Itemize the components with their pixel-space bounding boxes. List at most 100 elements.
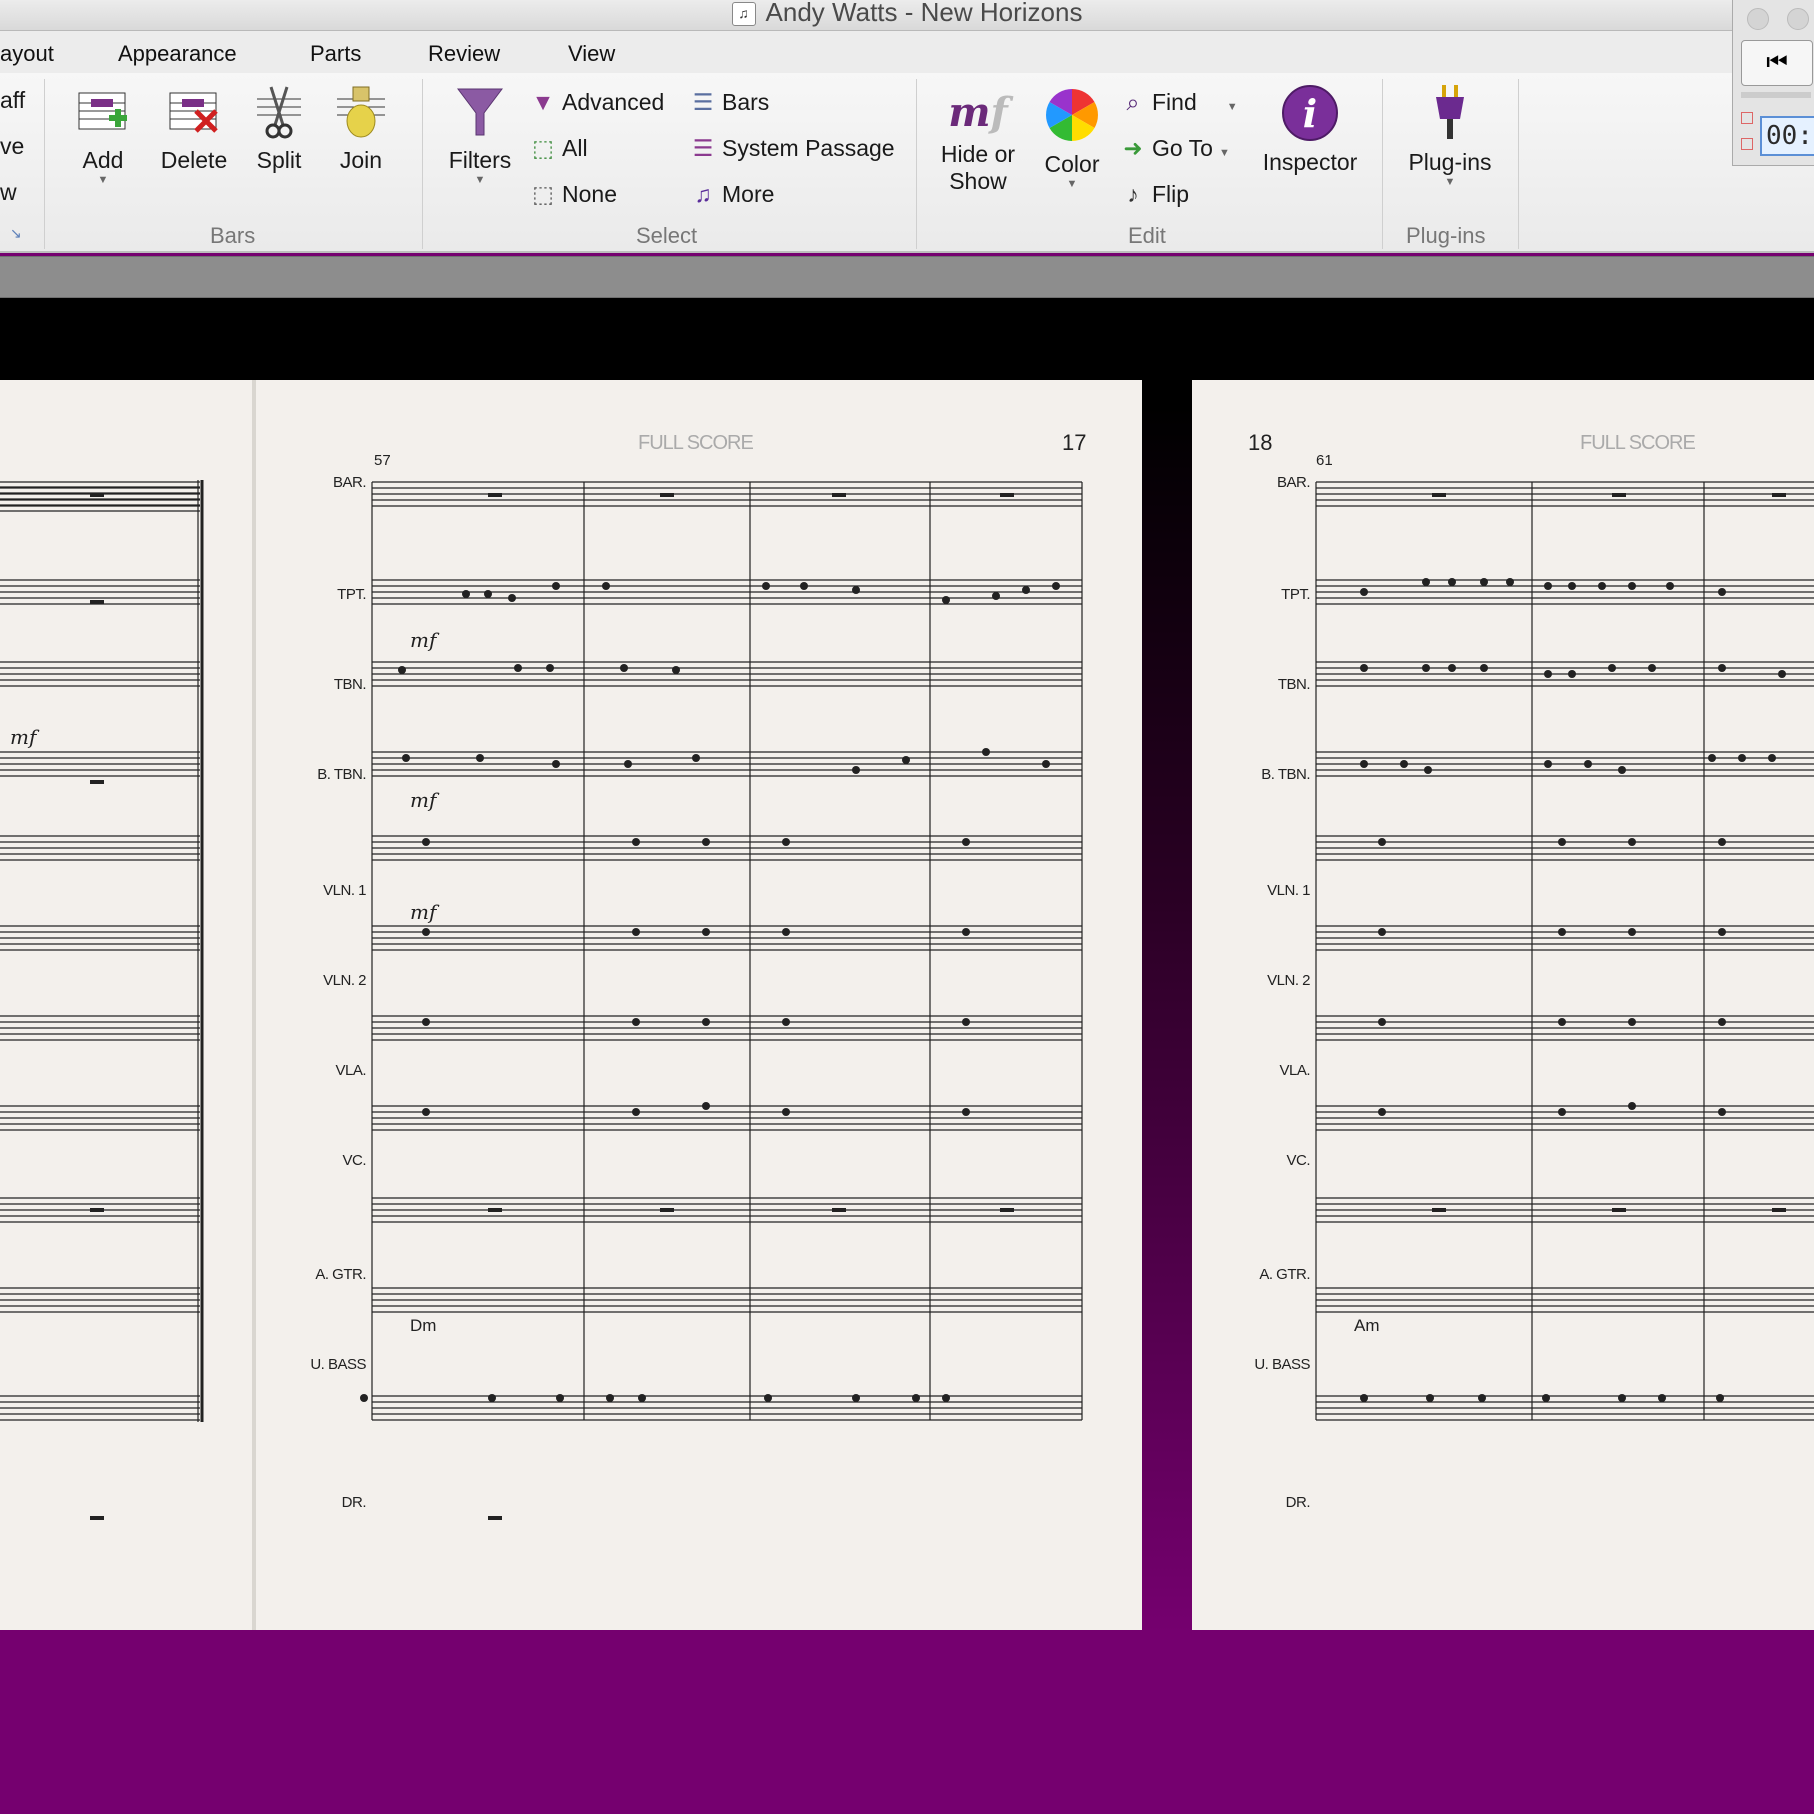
rewind-icon: ⏮: [1766, 49, 1788, 76]
score-page-18[interactable]: FULL SCORE 18 61 BAR. TPT. TBN. B. TBN. …: [1192, 380, 1814, 1630]
go-to-button[interactable]: ➜ Go To ▼: [1120, 135, 1230, 162]
chord-symbol[interactable]: Am: [1354, 1316, 1380, 1336]
instrument-label: A. GTR.: [1259, 1266, 1310, 1283]
dropdown-caret-icon: ▼: [1218, 147, 1230, 159]
instrument-label: U. BASS: [1254, 1356, 1310, 1373]
instrument-label: VLA.: [1279, 1062, 1310, 1079]
flip-icon: ♪: [1127, 181, 1139, 207]
dropdown-caret-icon: ▼: [1444, 176, 1456, 188]
inspector-button[interactable]: i Inspector: [1254, 83, 1366, 176]
add-bar-button[interactable]: Add ▼: [66, 85, 140, 186]
workspace-background: [0, 1632, 1814, 1814]
tab-review[interactable]: Review: [428, 41, 500, 67]
window-minimize-icon[interactable]: [1787, 8, 1809, 30]
instrument-label: TPT.: [1281, 586, 1310, 603]
plug-ins-button[interactable]: Plug-ins ▼: [1400, 83, 1500, 188]
group-separator: [44, 79, 45, 249]
instrument-label: A. GTR.: [315, 1266, 366, 1283]
svg-text:i: i: [1303, 91, 1317, 136]
select-system-passage-button[interactable]: ☰ System Passage: [690, 135, 895, 162]
instrument-label: TPT.: [337, 586, 366, 603]
scissors-icon: [257, 86, 301, 139]
dialog-launcher-icon[interactable]: ↘: [10, 225, 22, 242]
select-all-button[interactable]: ⬚ All: [530, 135, 587, 162]
advanced-filter-icon: ▼: [531, 89, 555, 115]
toolbar-strip: [0, 256, 1814, 298]
instrument-label: VC.: [342, 1152, 366, 1169]
score-page-17[interactable]: FULL SCORE 17 57 BAR. TPT. TBN. B. TBN. …: [256, 380, 1142, 1630]
join-bar-button[interactable]: Join: [326, 85, 396, 174]
instrument-label: VLN. 1: [1267, 882, 1310, 899]
dynamic-marking[interactable]: mf: [410, 788, 436, 812]
group-separator: [916, 79, 917, 249]
rewind-button[interactable]: ⏮: [1741, 40, 1813, 86]
page-18-staves: [1315, 481, 1814, 1421]
select-none-button[interactable]: ⬚ None: [530, 181, 617, 208]
score-page-16[interactable]: mf: [0, 380, 252, 1630]
plug-ins-button-label: Plug-ins: [1408, 149, 1492, 175]
system-passage-icon: ☰: [692, 135, 714, 161]
color-wheel-icon: [1046, 89, 1098, 141]
delete-bar-icon: [169, 92, 218, 133]
tab-appearance[interactable]: Appearance: [118, 41, 237, 67]
select-all-icon: ⬚: [532, 135, 554, 161]
dropdown-caret-icon: ▼: [474, 174, 486, 186]
instrument-label: U. BASS: [310, 1356, 366, 1373]
group-separator: [1518, 79, 1519, 249]
flip-button[interactable]: ♪ Flip: [1120, 181, 1189, 208]
ribbon: aff ve w ↘ Add ▼ Delete Split Join Bars …: [0, 73, 1814, 253]
dropdown-caret-icon: ▼: [1066, 178, 1078, 190]
filters-button[interactable]: Filters ▼: [442, 85, 518, 186]
tab-parts[interactable]: Parts: [310, 41, 361, 67]
bars-icon: ☰: [692, 89, 714, 115]
select-none-icon: ⬚: [532, 181, 554, 207]
bars-group-label: Bars: [210, 223, 256, 248]
instrument-label: DR.: [341, 1494, 367, 1511]
more-notes-icon: ♫: [694, 181, 712, 207]
color-button[interactable]: Color ▼: [1036, 85, 1108, 190]
partial-item-2[interactable]: ve: [0, 133, 24, 160]
instrument-label: VLN. 2: [323, 972, 366, 989]
tab-layout[interactable]: ayout: [0, 41, 54, 67]
hide-or-show-button[interactable]: mf Hide or Show: [930, 85, 1026, 195]
add-bar-label: Add: [82, 147, 124, 173]
chord-symbol[interactable]: Dm: [410, 1316, 436, 1336]
instrument-label: BAR.: [332, 474, 367, 491]
instrument-label: B. TBN.: [317, 766, 366, 783]
delete-bar-label: Delete: [160, 147, 228, 173]
tab-view[interactable]: View: [568, 41, 615, 67]
title-bar: ♫ Andy Watts - New Horizons: [0, 0, 1814, 31]
select-more-button[interactable]: ♫ More: [690, 181, 774, 208]
window-title: ♫ Andy Watts - New Horizons: [0, 0, 1814, 27]
dropdown-caret-icon: ▼: [97, 174, 109, 186]
find-button[interactable]: ⌕ Find ▼: [1120, 89, 1238, 116]
select-advanced-button[interactable]: ▼ Advanced: [530, 89, 665, 116]
dropdown-caret-icon: ▼: [1226, 101, 1238, 113]
hide-or-label: Hide or: [940, 141, 1016, 167]
instrument-label: VLN. 2: [1267, 972, 1310, 989]
app-document-icon: ♫: [731, 2, 756, 27]
dynamic-marking[interactable]: mf: [10, 725, 36, 749]
playback-slider[interactable]: [1741, 92, 1811, 98]
partial-item-1[interactable]: aff: [0, 87, 25, 114]
dynamic-marking[interactable]: mf: [410, 900, 436, 924]
mf-hide-icon: mf: [948, 89, 1008, 136]
dynamic-marking[interactable]: mf: [410, 628, 436, 652]
funnel-icon: [457, 88, 503, 136]
page-16-staves: [0, 480, 204, 1520]
split-bar-button[interactable]: Split: [244, 85, 314, 174]
arrow-right-icon: ➜: [1123, 135, 1143, 161]
delete-bar-button[interactable]: Delete: [152, 85, 236, 174]
edit-group-label: Edit: [1128, 223, 1166, 248]
select-bars-button[interactable]: ☰ Bars: [690, 89, 770, 116]
partial-item-3[interactable]: w: [0, 179, 17, 206]
binoculars-icon: ⌕: [1126, 89, 1140, 115]
instrument-label: VC.: [1286, 1152, 1310, 1169]
window-close-icon[interactable]: [1747, 8, 1769, 30]
instrument-label: TBN.: [333, 676, 367, 693]
inspector-label: Inspector: [1262, 149, 1358, 175]
ribbon-tabs: ayout Appearance Parts Review View: [0, 31, 1814, 73]
split-bar-label: Split: [256, 147, 302, 173]
timecode-display: 00:0: [1760, 116, 1814, 156]
instrument-label: DR.: [1285, 1494, 1311, 1511]
